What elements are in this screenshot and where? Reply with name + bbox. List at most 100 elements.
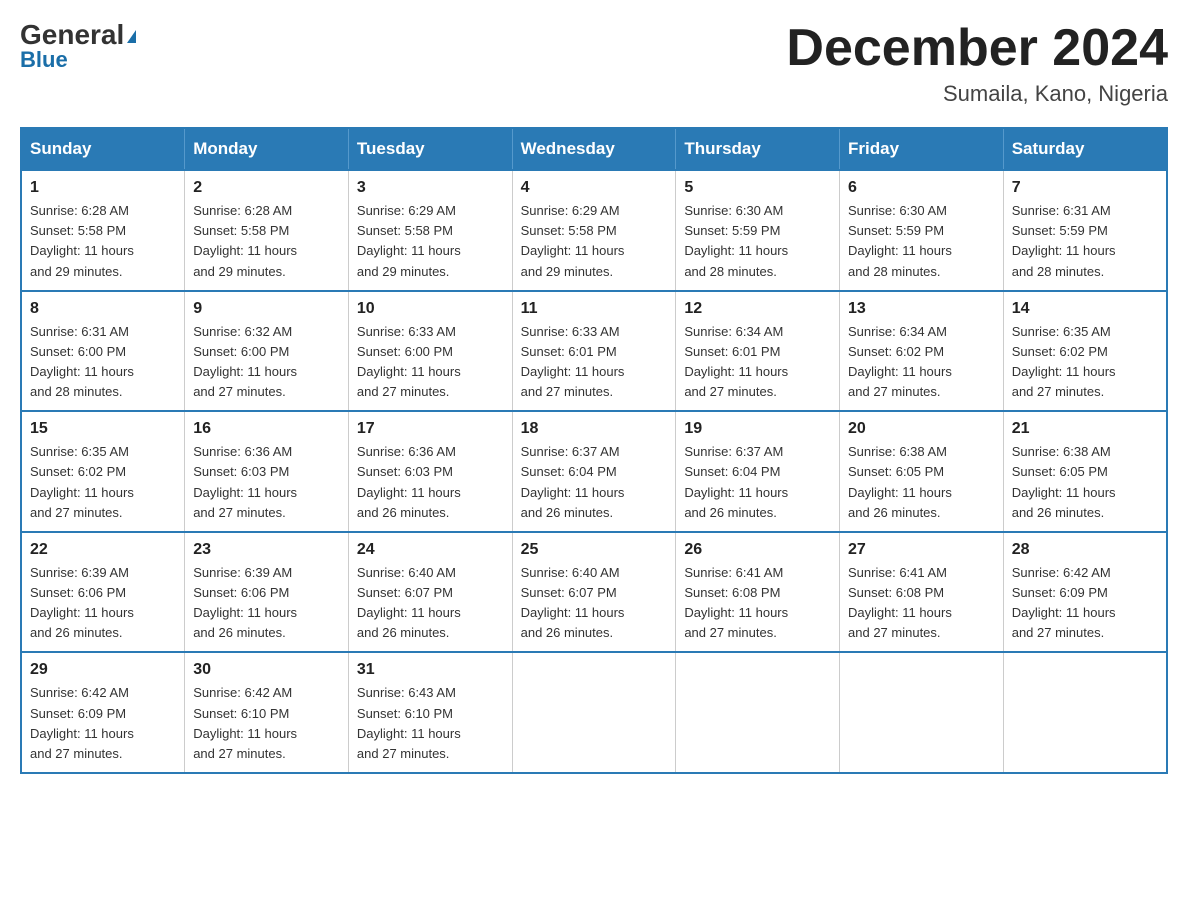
day-number: 12 bbox=[684, 300, 831, 318]
table-row: 22 Sunrise: 6:39 AM Sunset: 6:06 PM Dayl… bbox=[21, 532, 185, 653]
day-info: Sunrise: 6:33 AM Sunset: 6:00 PM Dayligh… bbox=[357, 322, 504, 403]
calendar-week-1: 1 Sunrise: 6:28 AM Sunset: 5:58 PM Dayli… bbox=[21, 170, 1167, 291]
day-info: Sunrise: 6:28 AM Sunset: 5:58 PM Dayligh… bbox=[193, 201, 340, 282]
day-info: Sunrise: 6:34 AM Sunset: 6:01 PM Dayligh… bbox=[684, 322, 831, 403]
day-number: 16 bbox=[193, 420, 340, 438]
day-number: 1 bbox=[30, 179, 176, 197]
day-number: 15 bbox=[30, 420, 176, 438]
day-info: Sunrise: 6:34 AM Sunset: 6:02 PM Dayligh… bbox=[848, 322, 995, 403]
table-row: 4 Sunrise: 6:29 AM Sunset: 5:58 PM Dayli… bbox=[512, 170, 676, 291]
day-number: 20 bbox=[848, 420, 995, 438]
day-info: Sunrise: 6:37 AM Sunset: 6:04 PM Dayligh… bbox=[684, 442, 831, 523]
day-info: Sunrise: 6:29 AM Sunset: 5:58 PM Dayligh… bbox=[521, 201, 668, 282]
day-number: 21 bbox=[1012, 420, 1158, 438]
day-number: 22 bbox=[30, 541, 176, 559]
table-row: 12 Sunrise: 6:34 AM Sunset: 6:01 PM Dayl… bbox=[676, 291, 840, 412]
title-section: December 2024 Sumaila, Kano, Nigeria bbox=[786, 20, 1168, 107]
table-row: 17 Sunrise: 6:36 AM Sunset: 6:03 PM Dayl… bbox=[348, 411, 512, 532]
day-number: 27 bbox=[848, 541, 995, 559]
table-row bbox=[840, 652, 1004, 773]
calendar-week-2: 8 Sunrise: 6:31 AM Sunset: 6:00 PM Dayli… bbox=[21, 291, 1167, 412]
table-row: 8 Sunrise: 6:31 AM Sunset: 6:00 PM Dayli… bbox=[21, 291, 185, 412]
table-row bbox=[1003, 652, 1167, 773]
logo: General Blue bbox=[20, 20, 136, 73]
day-number: 26 bbox=[684, 541, 831, 559]
day-info: Sunrise: 6:36 AM Sunset: 6:03 PM Dayligh… bbox=[193, 442, 340, 523]
day-info: Sunrise: 6:28 AM Sunset: 5:58 PM Dayligh… bbox=[30, 201, 176, 282]
header-tuesday: Tuesday bbox=[348, 128, 512, 170]
day-info: Sunrise: 6:39 AM Sunset: 6:06 PM Dayligh… bbox=[30, 563, 176, 644]
table-row: 11 Sunrise: 6:33 AM Sunset: 6:01 PM Dayl… bbox=[512, 291, 676, 412]
table-row: 29 Sunrise: 6:42 AM Sunset: 6:09 PM Dayl… bbox=[21, 652, 185, 773]
day-number: 14 bbox=[1012, 300, 1158, 318]
table-row: 31 Sunrise: 6:43 AM Sunset: 6:10 PM Dayl… bbox=[348, 652, 512, 773]
table-row: 20 Sunrise: 6:38 AM Sunset: 6:05 PM Dayl… bbox=[840, 411, 1004, 532]
calendar-header-row: Sunday Monday Tuesday Wednesday Thursday… bbox=[21, 128, 1167, 170]
day-number: 18 bbox=[521, 420, 668, 438]
calendar-table: Sunday Monday Tuesday Wednesday Thursday… bbox=[20, 127, 1168, 774]
day-info: Sunrise: 6:42 AM Sunset: 6:09 PM Dayligh… bbox=[1012, 563, 1158, 644]
day-number: 30 bbox=[193, 661, 340, 679]
day-number: 4 bbox=[521, 179, 668, 197]
day-info: Sunrise: 6:36 AM Sunset: 6:03 PM Dayligh… bbox=[357, 442, 504, 523]
day-info: Sunrise: 6:38 AM Sunset: 6:05 PM Dayligh… bbox=[1012, 442, 1158, 523]
day-info: Sunrise: 6:37 AM Sunset: 6:04 PM Dayligh… bbox=[521, 442, 668, 523]
day-number: 2 bbox=[193, 179, 340, 197]
day-number: 23 bbox=[193, 541, 340, 559]
day-info: Sunrise: 6:31 AM Sunset: 5:59 PM Dayligh… bbox=[1012, 201, 1158, 282]
day-number: 9 bbox=[193, 300, 340, 318]
table-row bbox=[512, 652, 676, 773]
day-number: 29 bbox=[30, 661, 176, 679]
table-row: 21 Sunrise: 6:38 AM Sunset: 6:05 PM Dayl… bbox=[1003, 411, 1167, 532]
header-wednesday: Wednesday bbox=[512, 128, 676, 170]
table-row: 19 Sunrise: 6:37 AM Sunset: 6:04 PM Dayl… bbox=[676, 411, 840, 532]
header-monday: Monday bbox=[185, 128, 349, 170]
day-info: Sunrise: 6:29 AM Sunset: 5:58 PM Dayligh… bbox=[357, 201, 504, 282]
table-row: 2 Sunrise: 6:28 AM Sunset: 5:58 PM Dayli… bbox=[185, 170, 349, 291]
day-number: 5 bbox=[684, 179, 831, 197]
day-number: 6 bbox=[848, 179, 995, 197]
day-number: 10 bbox=[357, 300, 504, 318]
table-row: 1 Sunrise: 6:28 AM Sunset: 5:58 PM Dayli… bbox=[21, 170, 185, 291]
table-row: 13 Sunrise: 6:34 AM Sunset: 6:02 PM Dayl… bbox=[840, 291, 1004, 412]
header-sunday: Sunday bbox=[21, 128, 185, 170]
day-number: 3 bbox=[357, 179, 504, 197]
table-row: 28 Sunrise: 6:42 AM Sunset: 6:09 PM Dayl… bbox=[1003, 532, 1167, 653]
day-info: Sunrise: 6:42 AM Sunset: 6:10 PM Dayligh… bbox=[193, 683, 340, 764]
calendar-week-5: 29 Sunrise: 6:42 AM Sunset: 6:09 PM Dayl… bbox=[21, 652, 1167, 773]
table-row: 9 Sunrise: 6:32 AM Sunset: 6:00 PM Dayli… bbox=[185, 291, 349, 412]
table-row: 5 Sunrise: 6:30 AM Sunset: 5:59 PM Dayli… bbox=[676, 170, 840, 291]
logo-blue: Blue bbox=[20, 47, 68, 73]
day-number: 11 bbox=[521, 300, 668, 318]
day-info: Sunrise: 6:35 AM Sunset: 6:02 PM Dayligh… bbox=[1012, 322, 1158, 403]
day-info: Sunrise: 6:38 AM Sunset: 6:05 PM Dayligh… bbox=[848, 442, 995, 523]
month-title: December 2024 bbox=[786, 20, 1168, 77]
table-row: 25 Sunrise: 6:40 AM Sunset: 6:07 PM Dayl… bbox=[512, 532, 676, 653]
location: Sumaila, Kano, Nigeria bbox=[786, 81, 1168, 107]
table-row: 15 Sunrise: 6:35 AM Sunset: 6:02 PM Dayl… bbox=[21, 411, 185, 532]
day-number: 24 bbox=[357, 541, 504, 559]
day-info: Sunrise: 6:41 AM Sunset: 6:08 PM Dayligh… bbox=[848, 563, 995, 644]
day-number: 13 bbox=[848, 300, 995, 318]
header-saturday: Saturday bbox=[1003, 128, 1167, 170]
day-info: Sunrise: 6:40 AM Sunset: 6:07 PM Dayligh… bbox=[357, 563, 504, 644]
day-number: 19 bbox=[684, 420, 831, 438]
table-row: 6 Sunrise: 6:30 AM Sunset: 5:59 PM Dayli… bbox=[840, 170, 1004, 291]
header-thursday: Thursday bbox=[676, 128, 840, 170]
day-number: 7 bbox=[1012, 179, 1158, 197]
day-info: Sunrise: 6:42 AM Sunset: 6:09 PM Dayligh… bbox=[30, 683, 176, 764]
table-row: 24 Sunrise: 6:40 AM Sunset: 6:07 PM Dayl… bbox=[348, 532, 512, 653]
day-info: Sunrise: 6:35 AM Sunset: 6:02 PM Dayligh… bbox=[30, 442, 176, 523]
day-info: Sunrise: 6:40 AM Sunset: 6:07 PM Dayligh… bbox=[521, 563, 668, 644]
day-number: 31 bbox=[357, 661, 504, 679]
calendar-week-4: 22 Sunrise: 6:39 AM Sunset: 6:06 PM Dayl… bbox=[21, 532, 1167, 653]
day-info: Sunrise: 6:33 AM Sunset: 6:01 PM Dayligh… bbox=[521, 322, 668, 403]
table-row: 3 Sunrise: 6:29 AM Sunset: 5:58 PM Dayli… bbox=[348, 170, 512, 291]
table-row: 10 Sunrise: 6:33 AM Sunset: 6:00 PM Dayl… bbox=[348, 291, 512, 412]
day-number: 17 bbox=[357, 420, 504, 438]
calendar-week-3: 15 Sunrise: 6:35 AM Sunset: 6:02 PM Dayl… bbox=[21, 411, 1167, 532]
day-info: Sunrise: 6:39 AM Sunset: 6:06 PM Dayligh… bbox=[193, 563, 340, 644]
day-number: 28 bbox=[1012, 541, 1158, 559]
day-info: Sunrise: 6:31 AM Sunset: 6:00 PM Dayligh… bbox=[30, 322, 176, 403]
table-row: 26 Sunrise: 6:41 AM Sunset: 6:08 PM Dayl… bbox=[676, 532, 840, 653]
